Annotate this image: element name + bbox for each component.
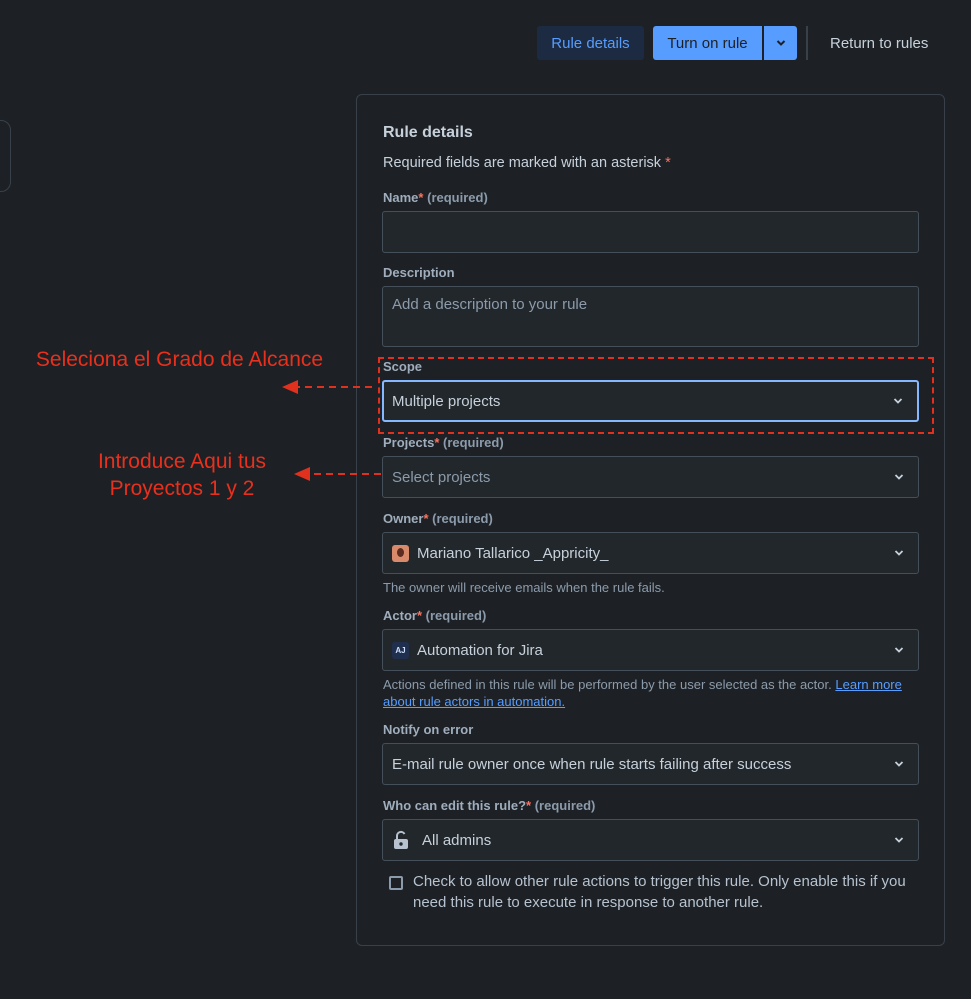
projects-label-text: Projects [383,435,435,450]
return-to-rules-button[interactable]: Return to rules [830,26,928,60]
projects-annotation-line1: Introduce Aqui tus [97,450,267,473]
scope-annotation-text: Seleciona el Grado de Alcance [35,348,324,371]
actor-required-star: * [416,608,423,623]
automation-for-jira-icon: AJ [392,641,409,659]
name-required-text: (required) [427,190,488,205]
panel-title: Rule details [383,124,473,141]
notify-on-error-value: E-mail rule owner once when rule starts … [392,755,792,773]
rule-details-button[interactable]: Rule details [537,26,644,60]
actor-label-text: Actor [383,608,417,623]
owner-value: Mariano Tallarico _Appricity_ [417,544,609,562]
allow-trigger-checkbox-label: Check to allow other rule actions to tri… [413,873,906,911]
owner-help-text: The owner will receive emails when the r… [383,580,665,595]
notify-on-error-select[interactable]: E-mail rule owner once when rule starts … [382,743,919,785]
name-input[interactable] [382,211,919,253]
chevron-down-icon [776,40,785,46]
name-required-star: * [418,190,424,205]
scope-highlight-box [378,357,934,434]
chevron-down-icon [894,837,904,843]
owner-label-text: Owner [383,511,424,526]
chevron-down-icon [894,761,904,767]
owner-select[interactable]: Mariano Tallarico _Appricity_ [382,532,919,574]
required-asterisk: * [665,155,671,171]
who-can-edit-label-text: Who can edit this rule? [383,798,527,813]
name-label: Name* (required) [383,190,488,205]
actor-select[interactable]: AJ Automation for Jira [382,629,919,671]
actor-required-text: (required) [425,608,487,623]
rule-toolbar: Rule details Turn on rule Return to rule… [537,26,928,60]
projects-required-star: * [434,435,440,450]
allow-trigger-checkbox-row[interactable]: Check to allow other rule actions to tri… [389,871,913,913]
actor-value: Automation for Jira [417,641,543,659]
turn-on-rule-dropdown-button[interactable] [764,26,797,60]
who-can-edit-required-text: (required) [534,798,596,813]
required-fields-note: Required fields are marked with an aster… [383,155,671,171]
required-note-text: Required fields are marked with an aster… [383,155,662,171]
toolbar-divider [806,26,808,60]
name-label-text: Name [383,190,419,205]
unlock-icon [394,830,408,849]
rule-details-panel: Rule details Required fields are marked … [356,94,945,946]
projects-required-text: (required) [443,435,504,450]
projects-annotation-text: Introduce Aqui tus Proyectos 1 y 2 [62,448,302,502]
chevron-down-icon [894,550,904,556]
notify-on-error-label: Notify on error [383,722,474,737]
description-textarea[interactable]: Add a description to your rule [382,286,919,347]
who-can-edit-label: Who can edit this rule?* (required) [383,798,595,813]
turn-on-rule-button[interactable]: Turn on rule [653,26,762,60]
chevron-down-icon [894,647,904,653]
chevron-down-icon [894,474,904,480]
who-can-edit-select[interactable]: All admins [382,819,919,861]
avatar [392,544,409,562]
who-can-edit-required-star: * [526,798,532,813]
projects-label: Projects* (required) [383,435,504,450]
actor-help-body: Actions defined in this rule will be per… [383,677,832,692]
projects-select[interactable]: Select projects [382,456,919,498]
projects-annotation-line2: Proyectos 1 y 2 [109,477,255,500]
owner-label: Owner* (required) [383,511,493,526]
actor-help-text: Actions defined in this rule will be per… [383,676,923,710]
projects-placeholder: Select projects [392,468,491,486]
who-can-edit-value: All admins [422,831,492,849]
owner-required-star: * [423,511,429,526]
description-label: Description [383,265,455,280]
side-panel-edge [0,120,11,192]
actor-label: Actor* (required) [383,608,486,623]
owner-required-text: (required) [432,511,493,526]
allow-trigger-checkbox[interactable] [389,876,403,890]
